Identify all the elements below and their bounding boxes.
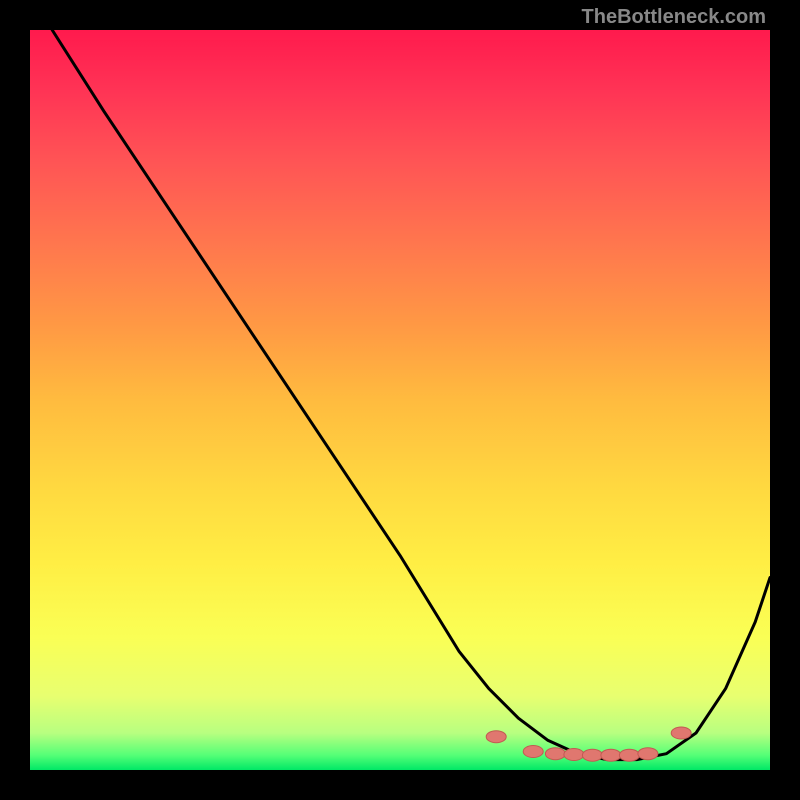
curve-line <box>52 30 770 760</box>
watermark-text: TheBottleneck.com <box>582 6 766 29</box>
curve-markers <box>486 727 691 761</box>
plot-area <box>30 30 770 770</box>
chart-svg <box>30 30 770 770</box>
chart-container: TheBottleneck.com <box>0 0 800 800</box>
